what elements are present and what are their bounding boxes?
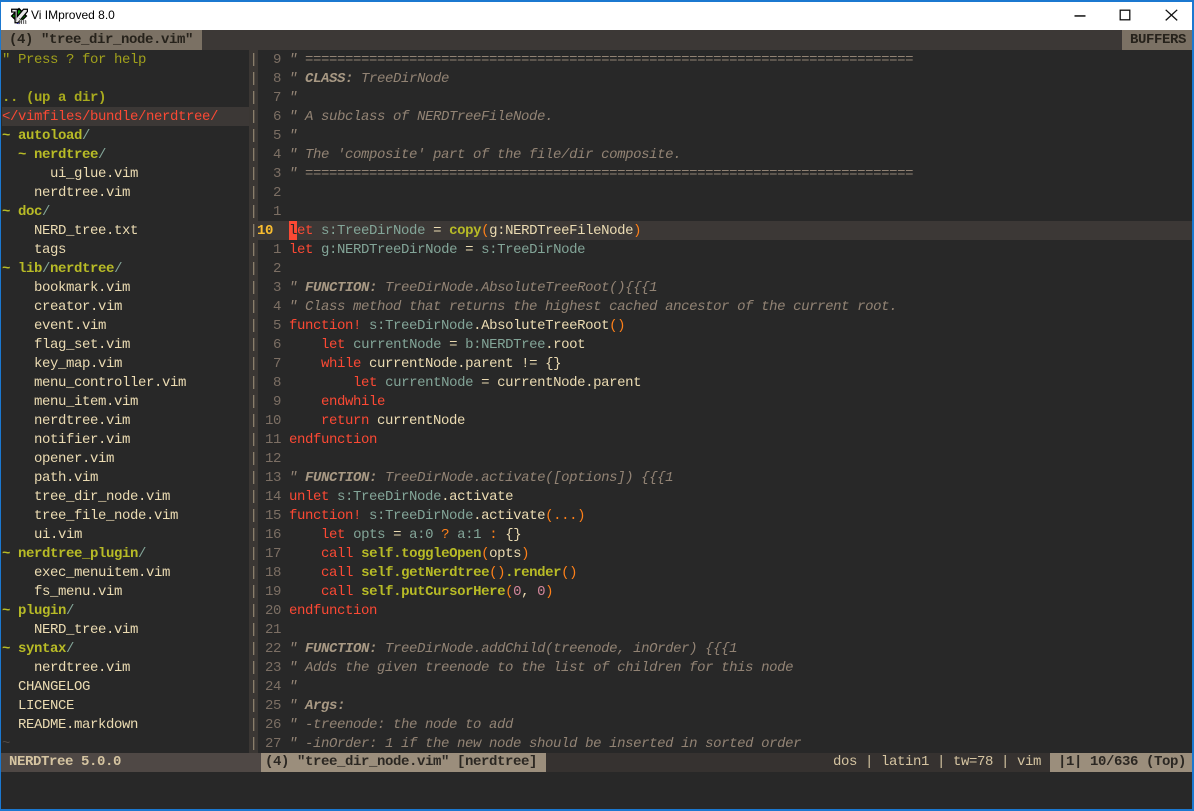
svg-text:im: im — [18, 17, 27, 25]
